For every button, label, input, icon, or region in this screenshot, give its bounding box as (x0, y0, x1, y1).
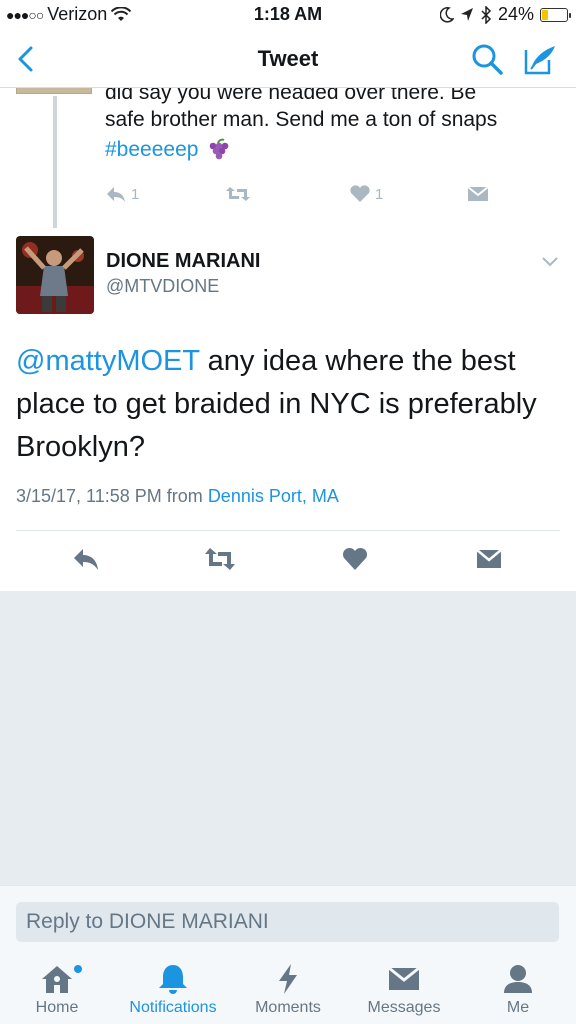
battery-fill (542, 9, 548, 20)
bell-icon (159, 965, 187, 994)
parent-hashtag[interactable]: #beeeeep (105, 138, 230, 162)
tab-home[interactable]: Home (2, 963, 112, 1017)
status-bar: ●●●○○ Verizon 1:18 AM 24% (0, 0, 576, 30)
parent-actions: 1 1 (105, 185, 505, 207)
location-link[interactable]: Dennis Port, MA (208, 486, 339, 506)
location-arrow-icon (460, 7, 473, 21)
tab-moments[interactable]: Moments (233, 963, 343, 1017)
person-icon (504, 965, 532, 993)
thread-line (53, 96, 57, 228)
heart-icon[interactable] (341, 546, 369, 572)
reply-icon[interactable] (72, 546, 100, 572)
retweet-icon[interactable] (204, 546, 236, 572)
battery-percent: 24% (497, 4, 534, 24)
parent-tweet[interactable]: did say you were headed over there. Be s… (0, 88, 576, 228)
search-icon[interactable] (470, 42, 504, 76)
parent-dm-action[interactable] (467, 185, 489, 203)
from-label: from (166, 486, 203, 506)
moon-icon (439, 6, 454, 23)
parent-tweet-text-line2: safe brother man. Send me a ton of snaps (105, 108, 498, 131)
parent-like-action[interactable]: 1 (349, 185, 383, 203)
tab-home-label: Home (35, 999, 79, 1016)
lightning-icon (279, 964, 297, 994)
status-right: 24% (439, 4, 571, 25)
tab-me[interactable]: Me (463, 963, 573, 1017)
user-handle[interactable]: @MTVDIONE (106, 276, 219, 297)
reply-bar: Reply to DIONE MARIANI (0, 885, 576, 945)
tab-notifications-label: Notifications (129, 999, 217, 1016)
avatar-image (16, 236, 94, 314)
tab-moments-label: Moments (255, 999, 321, 1016)
grapes-emoji-icon (210, 138, 229, 160)
tab-bar: Home Notifications Moments Messages Me (0, 945, 576, 1024)
retweet-icon (226, 187, 250, 201)
home-icon (42, 966, 72, 993)
parent-reply-count: 1 (131, 185, 140, 203)
tab-messages[interactable]: Messages (349, 963, 459, 1017)
parent-avatar[interactable] (16, 88, 92, 94)
divider (16, 530, 560, 531)
tweet-actions (0, 546, 576, 576)
compose-icon[interactable] (522, 42, 558, 76)
envelope-icon (467, 186, 489, 201)
reply-input[interactable]: Reply to DIONE MARIANI (16, 902, 559, 942)
reply-icon (107, 187, 125, 202)
bluetooth-icon (481, 5, 492, 24)
envelope-icon (388, 966, 420, 990)
tab-messages-label: Messages (367, 999, 441, 1016)
tweet-text: @mattyMOET any idea where the best place… (16, 340, 556, 469)
battery-icon (540, 7, 571, 22)
envelope-icon[interactable] (475, 546, 503, 572)
user-name[interactable]: DIONE MARIANI (106, 250, 260, 273)
tab-notifications[interactable]: Notifications (118, 963, 228, 1017)
tweet-meta: 3/15/17, 11:58 PM from Dennis Port, MA (16, 486, 339, 507)
heart-icon (350, 185, 370, 202)
parent-like-count: 1 (375, 185, 384, 203)
avatar[interactable] (16, 236, 94, 314)
empty-area (0, 591, 576, 885)
chevron-down-icon[interactable] (540, 254, 560, 268)
nav-bar: Tweet (0, 32, 576, 88)
tab-me-label: Me (506, 999, 530, 1016)
hashtag-link[interactable]: #beeeeep (105, 138, 198, 162)
mention-link[interactable]: @mattyMOET (16, 345, 200, 377)
home-unread-dot (74, 965, 82, 973)
timestamp: 3/15/17, 11:58 PM (16, 486, 162, 506)
parent-retweet-action[interactable] (225, 185, 251, 203)
parent-reply-action[interactable]: 1 (105, 185, 139, 203)
